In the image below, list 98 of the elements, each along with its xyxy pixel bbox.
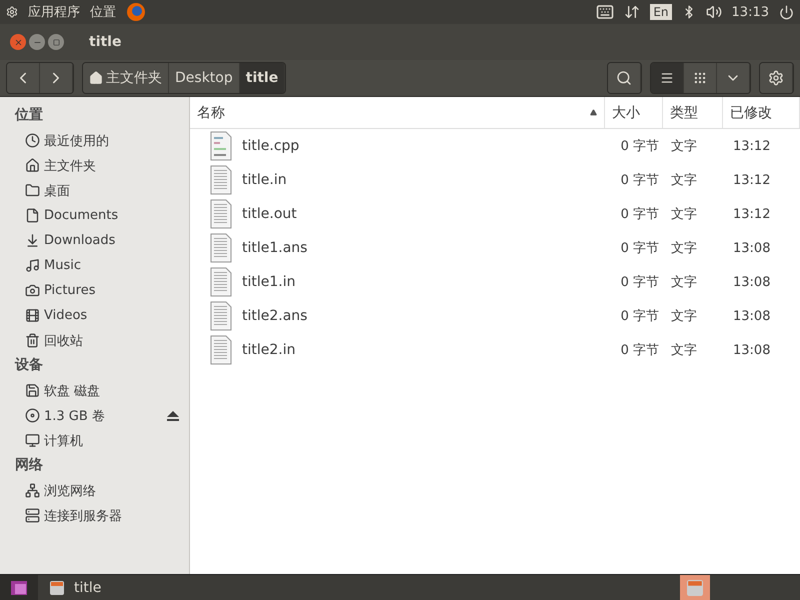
forward-button[interactable]	[40, 63, 73, 93]
table-cell-text: 文字	[670, 240, 698, 257]
table-cell-text: 文字	[670, 308, 698, 325]
computer-icon	[25, 433, 40, 448]
table-cell-text: 0 字节	[620, 138, 660, 155]
maximize-button[interactable]	[48, 34, 64, 50]
home-icon	[89, 71, 103, 85]
table-cell-text: 13:12	[732, 206, 772, 222]
table-cell-text: 0 字节	[620, 240, 660, 257]
sidebar-heading: 网络	[14, 456, 44, 475]
music-icon	[25, 258, 40, 273]
settings-icon	[768, 70, 784, 86]
window-title: title	[89, 34, 122, 50]
view-options-button[interactable]	[717, 63, 750, 93]
launcher-icon[interactable]	[11, 580, 27, 594]
grid-icon	[693, 71, 707, 85]
list-view-button[interactable]	[651, 63, 684, 93]
sidebar-item[interactable]: 软盘 磁盘	[0, 378, 189, 403]
file-name[interactable]: title1.in	[190, 267, 605, 297]
table-cell-text: 文字	[670, 274, 698, 291]
table-cell-text: 0 字节	[620, 342, 660, 359]
disc-icon	[25, 408, 40, 423]
sidebar-item[interactable]: 主文件夹	[0, 153, 189, 178]
input-method-indicator[interactable]: En	[650, 4, 672, 20]
column-header[interactable]: 大小	[605, 97, 663, 128]
text-file-icon	[210, 301, 232, 331]
table-cell-text: 13:08	[732, 274, 772, 290]
text-file-icon	[210, 335, 232, 365]
file-name[interactable]: title1.ans	[190, 233, 605, 263]
list-icon	[660, 71, 674, 85]
table-cell-text: 0 字节	[620, 308, 660, 325]
table-cell-text: 0 字节	[620, 172, 660, 189]
clock[interactable]: 13:13	[732, 4, 769, 20]
text-file-icon	[210, 267, 232, 297]
volume-icon[interactable]	[706, 4, 722, 20]
sidebar-heading: 位置	[14, 106, 44, 125]
path-button[interactable]: Desktop	[169, 63, 240, 93]
sidebar-item[interactable]: 计算机	[0, 428, 189, 453]
table-cell-text: 0 字节	[620, 206, 660, 223]
keyboard-icon[interactable]	[596, 3, 614, 21]
pictures-icon	[25, 283, 40, 298]
downloads-icon	[25, 233, 40, 248]
eject-icon[interactable]	[167, 410, 179, 420]
panel-menu[interactable]: 位置	[90, 3, 116, 21]
back-button[interactable]	[7, 63, 40, 93]
sidebar-item[interactable]: Videos	[0, 303, 189, 328]
browser-icon[interactable]	[126, 2, 146, 22]
path-button[interactable]: title	[240, 63, 286, 93]
network-icon[interactable]	[624, 4, 640, 20]
sidebar-item[interactable]: Documents	[0, 203, 189, 228]
home-icon	[25, 158, 40, 173]
trash-icon	[25, 333, 40, 348]
minimize-button[interactable]	[29, 34, 45, 50]
taskbar-item[interactable]: title	[38, 580, 114, 596]
table-cell-text: 文字	[670, 342, 698, 359]
file-name[interactable]: title2.ans	[190, 301, 605, 331]
sidebar-item[interactable]: 浏览网络	[0, 478, 189, 503]
text-file-icon	[210, 199, 232, 229]
sidebar-heading: 设备	[14, 356, 44, 375]
server-icon	[25, 508, 40, 523]
text-file-icon	[210, 165, 232, 195]
sidebar-item[interactable]: 连接到服务器	[0, 503, 189, 528]
sidebar-item[interactable]: Pictures	[0, 278, 189, 303]
file-name[interactable]: title.out	[190, 199, 605, 229]
file-cabinet-icon	[50, 580, 64, 594]
square-icon	[52, 38, 60, 46]
sidebar-item[interactable]: Downloads	[0, 228, 189, 253]
grid-view-button[interactable]	[684, 63, 717, 93]
table-cell-text: 文字	[670, 206, 698, 223]
table-cell-text: 13:12	[732, 138, 772, 154]
text-file-icon	[210, 233, 232, 263]
sidebar-item[interactable]: 桌面	[0, 178, 189, 203]
close-button[interactable]	[10, 34, 26, 50]
column-header[interactable]: 名称	[190, 97, 605, 128]
file-name[interactable]: title.in	[190, 165, 605, 195]
table-cell-text: 13:08	[732, 240, 772, 256]
sidebar-item[interactable]: 最近使用的	[0, 128, 189, 153]
table-cell-text: 文字	[670, 138, 698, 155]
file-name[interactable]: title2.in	[190, 335, 605, 365]
table-cell-text: 0 字节	[620, 274, 660, 291]
power-icon[interactable]	[779, 4, 794, 20]
table-cell-text: 13:08	[732, 342, 772, 358]
sidebar-item[interactable]: Music	[0, 253, 189, 278]
table-cell-text: 13:12	[732, 172, 772, 188]
file-name[interactable]: title.cpp	[190, 131, 605, 161]
search-icon	[616, 70, 632, 86]
table-cell-text: 文字	[670, 172, 698, 189]
sidebar-item[interactable]: 回收站	[0, 328, 189, 353]
panel-menu[interactable]: 应用程序	[28, 3, 80, 21]
column-header[interactable]: 已修改	[723, 97, 800, 128]
network-icon	[25, 483, 40, 498]
sidebar-item[interactable]: 1.3 GB 卷	[0, 403, 189, 428]
table-cell-text: 13:08	[732, 308, 772, 324]
cpp-file-icon	[210, 131, 232, 161]
column-header[interactable]: 类型	[663, 97, 723, 128]
close-icon	[14, 38, 22, 46]
path-button[interactable]: 主文件夹	[83, 63, 169, 93]
floppy-icon	[25, 383, 40, 398]
